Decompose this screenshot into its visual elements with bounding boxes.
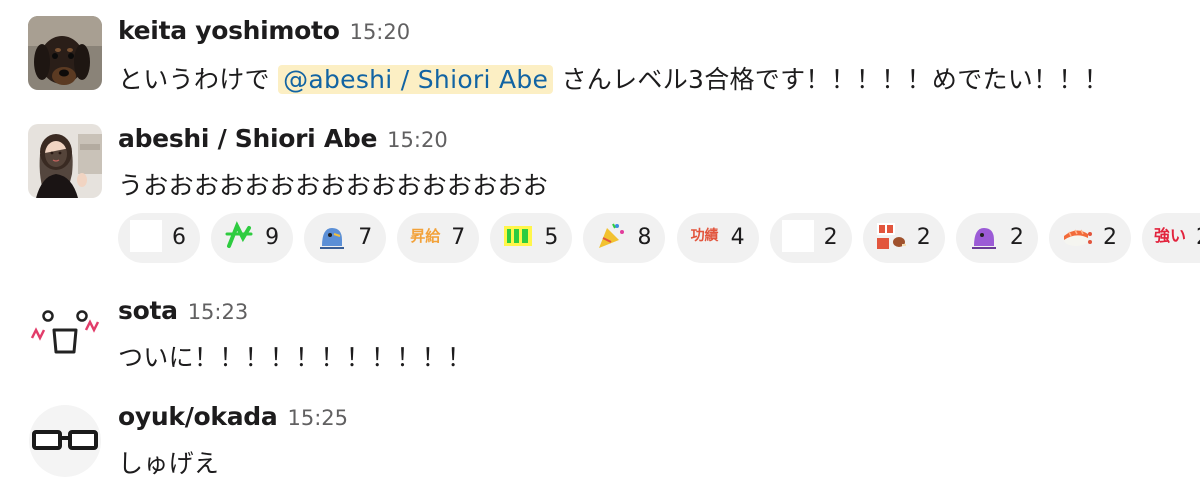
person-photo-icon [28,124,102,198]
message-header: sota 15:23 [118,294,472,328]
koseki-emoji-icon: 功績 [690,228,719,244]
green-yellow-text-emoji-icon [502,220,534,252]
reaction-pill[interactable]: 2 [769,213,852,263]
sushi-emoji-icon [1061,220,1093,252]
dachshund-avatar-icon [28,16,102,90]
reaction-pill[interactable]: 2 [955,213,1038,263]
avatar-woman[interactable] [28,124,102,198]
avatar-dog[interactable] [28,16,102,90]
message-text: しゅげえ [118,449,220,478]
reaction-count: 2 [1196,225,1200,250]
reaction-count: 2 [1009,225,1024,250]
avatar-glasses[interactable] [28,404,102,478]
reaction-count: 5 [544,225,559,250]
reactions-bar: 6 9 7 昇給 7 5 8 功績 4 2 2 2 2 強い [118,213,1200,263]
reaction-count: 2 [1102,225,1117,250]
reaction-count: 4 [730,225,745,250]
atode-niku-emoji-icon [875,220,907,252]
author-name[interactable]: keita yoshimoto [118,16,340,45]
text-segment: というわけで [118,65,279,94]
blue-bird-emoji-icon [316,220,348,252]
message-text: うおおおおおおおおおおおおおおおお [118,171,549,200]
reaction-pill[interactable]: 2 [862,213,945,263]
reaction-pill[interactable]: 2 [1048,213,1131,263]
blank-emoji-icon [130,220,162,252]
message-header: oyuk/okada 15:25 [118,400,348,434]
reaction-pill[interactable]: 昇給 7 [397,213,480,263]
text-segment: さんレベル3合格です！！！！！めでたい！！！ [553,65,1110,94]
author-name[interactable]: sota [118,296,178,325]
blank-emoji-icon [781,220,814,252]
party-popper-emoji-icon [595,220,627,252]
reaction-count: 6 [172,225,186,250]
tsuyoi-emoji-icon: 強い [1154,226,1187,245]
glasses-avatar-icon [29,405,101,477]
author-name[interactable]: oyuk/okada [118,402,278,431]
avatar-face[interactable] [28,296,102,370]
kaomoji-face-icon [28,296,102,370]
timestamp[interactable]: 15:25 [287,406,348,430]
reaction-pill[interactable]: 9 [211,213,294,263]
reaction-count: 8 [637,225,652,250]
reaction-pill[interactable]: 6 [118,213,200,263]
reaction-pill[interactable]: 7 [304,213,387,263]
purple-bird-emoji-icon [968,220,1000,252]
reaction-pill[interactable]: 功績 4 [676,213,759,263]
author-name[interactable]: abeshi / Shiori Abe [118,124,377,153]
green-swirl-emoji-icon [223,220,255,252]
reaction-count: 9 [265,225,280,250]
reaction-pill[interactable]: 8 [583,213,666,263]
shoukyuu-emoji-icon: 昇給 [410,227,441,245]
message-text: というわけで @abeshi / Shiori Abe さんレベル3合格です！！… [118,60,1109,100]
reaction-count: 2 [823,225,838,250]
reaction-pill[interactable]: 強い 2 [1142,213,1200,263]
reaction-count: 7 [358,225,373,250]
user-mention[interactable]: @abeshi / Shiori Abe [278,65,554,94]
reaction-pill[interactable]: 5 [490,213,573,263]
timestamp[interactable]: 15:23 [188,300,249,324]
message-header: keita yoshimoto 15:20 [118,14,1109,48]
reaction-count: 2 [916,225,931,250]
message-header: abeshi / Shiori Abe 15:20 [118,122,548,156]
reaction-count: 7 [451,225,466,250]
message-text: ついに！！！！！！！！！！！ [118,343,473,372]
timestamp[interactable]: 15:20 [387,128,448,152]
timestamp[interactable]: 15:20 [350,20,411,44]
